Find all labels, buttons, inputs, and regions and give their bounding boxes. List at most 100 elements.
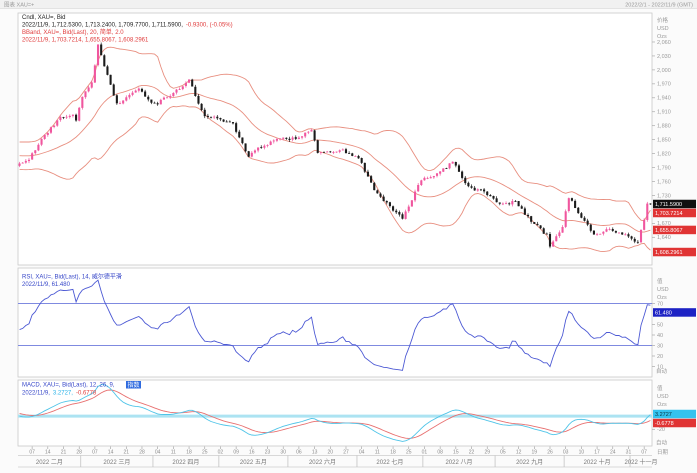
candle-body xyxy=(492,196,494,199)
week-tick-label: 24 xyxy=(610,450,616,456)
candle-body xyxy=(583,218,585,221)
window-titlebar xyxy=(0,0,697,9)
price-tick-label: 1,850 xyxy=(657,138,671,144)
candle-body xyxy=(373,183,375,190)
rsi-panel[interactable] xyxy=(18,268,652,377)
window-date-range: 2022/2/1 - 2022/11/9 (GMT) xyxy=(625,2,693,8)
candle-body xyxy=(389,202,391,206)
candle-body xyxy=(254,150,256,152)
week-tick-label: 10 xyxy=(579,450,585,456)
candle-body xyxy=(508,203,510,204)
candle-body xyxy=(172,93,174,96)
candle-body xyxy=(37,145,39,151)
candle-body xyxy=(295,137,297,139)
candle-body xyxy=(235,123,237,132)
price-tick-label: 2,060 xyxy=(657,40,671,46)
candle-body xyxy=(31,153,33,159)
week-tick-label: 04 xyxy=(359,450,365,456)
candle-body xyxy=(536,224,538,225)
week-tick-label: 16 xyxy=(249,450,255,456)
price-tick-label: 1,940 xyxy=(657,96,671,102)
candle-body xyxy=(631,236,633,238)
candle-body xyxy=(367,172,369,177)
candle-body xyxy=(568,198,570,211)
macd-axis-header-3: Ozs xyxy=(657,402,667,408)
candle-body xyxy=(370,176,372,182)
candle-body xyxy=(430,177,432,178)
candle-body xyxy=(314,130,316,140)
candle-body xyxy=(263,146,265,148)
candle-body xyxy=(643,220,645,230)
candle-body xyxy=(219,118,221,119)
candle-body xyxy=(226,122,228,123)
candle-body xyxy=(596,234,598,235)
candle-body xyxy=(546,234,548,235)
macd-axis-header-2: USD xyxy=(657,394,669,400)
candle-body xyxy=(329,151,331,152)
candle-body xyxy=(53,126,55,127)
chart-canvas[interactable]: 图表 XAU=+ 2022/2/1 - 2022/11/9 (GMT) 2,06… xyxy=(0,0,697,473)
candle-body xyxy=(442,168,444,171)
candle-body xyxy=(47,133,49,135)
candle-body xyxy=(445,168,447,169)
candle-body xyxy=(207,116,209,117)
candle-body xyxy=(84,91,86,97)
macd-tick-label: -20 xyxy=(657,427,665,433)
week-tick-label: 26 xyxy=(547,450,553,456)
candle-body xyxy=(270,142,272,145)
price-badge-last-label: 1,711.5900 xyxy=(655,202,682,208)
candle-body xyxy=(458,165,460,171)
candle-body xyxy=(392,206,394,210)
macd-axis-auto-label[interactable]: 自动 xyxy=(656,439,668,447)
price-tick-label: 1,910 xyxy=(657,110,671,116)
candle-body xyxy=(191,80,193,87)
rsi-axis-auto-label[interactable]: 自动 xyxy=(656,367,668,375)
candle-body xyxy=(179,89,181,90)
month-label: 2022 十月 xyxy=(584,458,611,466)
week-tick-label: 27 xyxy=(343,450,349,456)
candle-body xyxy=(285,138,287,139)
price-axis-header-3: Ozs xyxy=(657,34,667,40)
candle-body xyxy=(266,145,268,146)
candle-body xyxy=(251,153,253,157)
price-panel[interactable] xyxy=(18,13,652,265)
candle-body xyxy=(351,153,353,156)
candle-body xyxy=(138,89,140,91)
price-badge-bb_middle-label: 1,655.8067 xyxy=(655,228,683,234)
week-tick-label: 13 xyxy=(312,450,318,456)
candle-body xyxy=(505,203,507,204)
candle-body xyxy=(379,194,381,197)
candle-body xyxy=(72,115,74,116)
candle-body xyxy=(229,122,231,123)
bband-legend-title: BBand, XAU=, Bid(Last), 20, 简单, 2.0 xyxy=(22,28,124,36)
month-label: 2022 七月 xyxy=(376,458,403,466)
price-tick-label: 1,730 xyxy=(657,193,671,199)
candle-body xyxy=(540,225,542,228)
week-tick-label: 31 xyxy=(626,450,632,456)
candle-body xyxy=(452,162,454,164)
candle-body xyxy=(244,143,246,151)
candle-body xyxy=(580,213,582,218)
candle-body xyxy=(216,117,218,119)
candle-body xyxy=(56,120,58,125)
candle-body xyxy=(627,234,629,236)
week-tick-label: 07 xyxy=(92,450,98,456)
week-tick-label: 14 xyxy=(108,450,114,456)
price-axis-header-2: USD xyxy=(657,26,669,32)
week-tick-label: 04 xyxy=(155,450,161,456)
candle-body xyxy=(552,242,554,247)
candle-body xyxy=(439,171,441,173)
candle-body xyxy=(135,91,137,93)
candle-body xyxy=(153,103,155,104)
candle-body xyxy=(110,75,112,85)
candle-body xyxy=(524,208,526,214)
candle-body xyxy=(376,190,378,193)
candle-body xyxy=(361,158,363,163)
candle-body xyxy=(612,229,614,231)
week-tick-label: 28 xyxy=(139,450,145,456)
candle-body xyxy=(401,214,403,218)
candle-body xyxy=(561,227,563,233)
price-tick-label: 2,030 xyxy=(657,54,671,60)
candle-body xyxy=(637,242,639,243)
candle-body xyxy=(530,216,532,222)
